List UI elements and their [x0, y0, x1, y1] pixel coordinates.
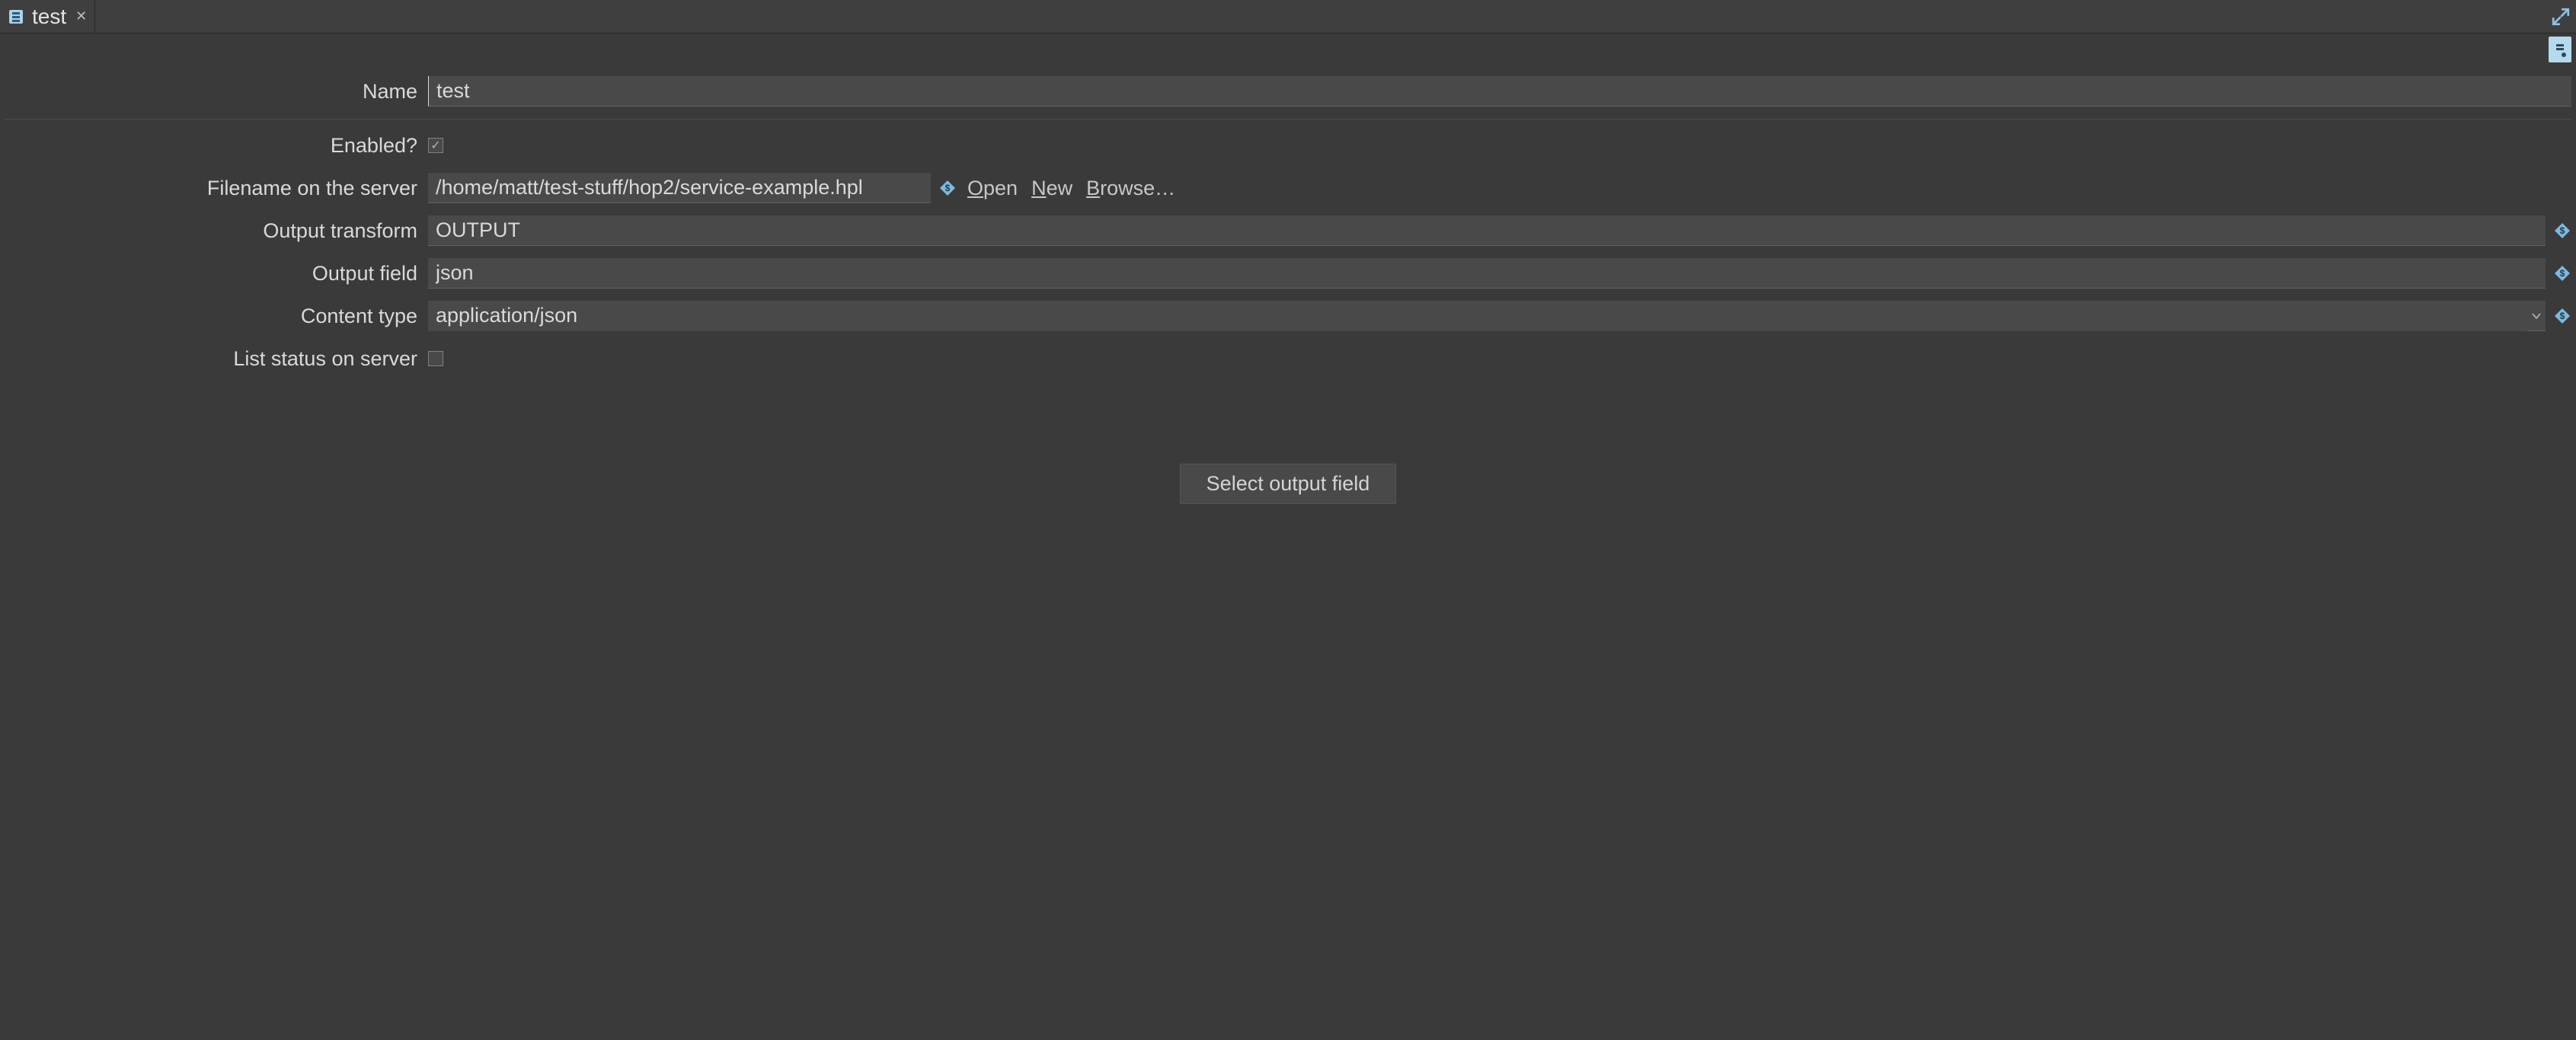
output-field-input[interactable]	[428, 258, 2546, 289]
label-output-field: Output field	[5, 262, 417, 286]
browse-button[interactable]: Browse…	[1083, 177, 1178, 200]
tab-title: test	[32, 5, 66, 29]
row-content-type: Content type $	[5, 295, 2571, 337]
close-icon[interactable]: ✕	[75, 8, 87, 24]
label-filename: Filename on the server	[5, 177, 417, 200]
row-output-transform: Output transform $	[5, 209, 2571, 252]
label-enabled: Enabled?	[5, 134, 417, 158]
helper-icon-row	[0, 33, 2576, 64]
maximize-button[interactable]	[2546, 0, 2576, 33]
row-filename: Filename on the server $ Open New Browse…	[5, 167, 2571, 209]
row-output-field: Output field $	[5, 252, 2571, 295]
select-output-field-button[interactable]: Select output field	[1180, 464, 1397, 504]
metadata-icon[interactable]	[2549, 37, 2571, 62]
label-name: Name	[5, 80, 417, 104]
bottom-button-row: Select output field	[5, 464, 2571, 504]
variable-icon[interactable]: $	[2553, 307, 2571, 325]
form-divider	[5, 119, 2571, 120]
content-type-input[interactable]	[428, 301, 2527, 331]
row-list-status: List status on server	[5, 337, 2571, 380]
tab-bar: test ✕	[0, 0, 2576, 33]
svg-text:$: $	[945, 183, 951, 193]
filename-input[interactable]	[428, 173, 931, 203]
label-output-transform: Output transform	[5, 219, 417, 243]
chevron-down-icon[interactable]	[2527, 307, 2546, 325]
svg-text:$: $	[2560, 311, 2565, 321]
output-transform-input[interactable]	[428, 215, 2546, 246]
tab-test[interactable]: test ✕	[0, 0, 95, 33]
tabbar-spacer	[95, 0, 2546, 33]
label-list-status: List status on server	[5, 347, 417, 371]
label-content-type: Content type	[5, 305, 417, 328]
variable-icon[interactable]: $	[938, 179, 957, 197]
list-status-checkbox[interactable]	[428, 351, 443, 366]
pipeline-icon	[6, 7, 26, 27]
variable-icon[interactable]: $	[2553, 222, 2571, 240]
variable-icon[interactable]: $	[2553, 264, 2571, 282]
svg-text:$: $	[2560, 225, 2565, 236]
svg-text:$: $	[2560, 268, 2565, 279]
enabled-checkbox[interactable]: ✓	[428, 138, 443, 153]
row-name: Name	[5, 70, 2571, 113]
form-area: Name Enabled? ✓ Filename on the server $…	[0, 64, 2576, 504]
new-button[interactable]: New	[1028, 177, 1075, 200]
name-input[interactable]	[428, 76, 2571, 107]
open-button[interactable]: Open	[964, 177, 1021, 200]
content-type-combo[interactable]	[428, 301, 2546, 331]
row-enabled: Enabled? ✓	[5, 124, 2571, 167]
